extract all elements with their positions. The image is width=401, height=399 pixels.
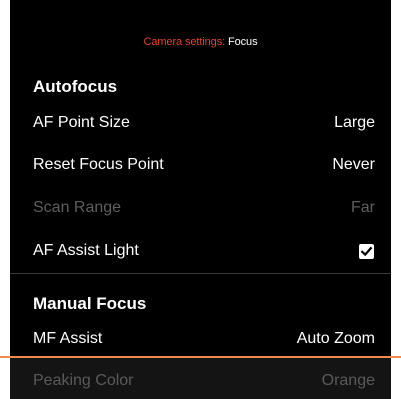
setting-label: AF Point Size xyxy=(33,114,130,131)
setting-value: Orange xyxy=(321,372,375,389)
af-assist-light-checkbox[interactable] xyxy=(359,243,374,259)
checkmark-icon xyxy=(360,246,373,256)
setting-label: Peaking Color xyxy=(33,372,134,389)
section-divider xyxy=(10,273,391,274)
edge-accent-line xyxy=(0,356,401,358)
setting-scan-range: Scan Range Far xyxy=(33,197,375,219)
setting-value: Never xyxy=(332,156,375,173)
setting-label: AF Assist Light xyxy=(33,242,139,259)
setting-af-point-size[interactable]: AF Point Size Large xyxy=(33,112,375,134)
setting-label: MF Assist xyxy=(33,330,103,347)
setting-value: Far xyxy=(351,199,375,216)
setting-af-assist-light[interactable]: AF Assist Light xyxy=(33,240,375,262)
setting-label: Reset Focus Point xyxy=(33,156,164,173)
setting-value: Auto Zoom xyxy=(296,330,375,347)
setting-label: Scan Range xyxy=(33,199,122,216)
page-title-current: Focus xyxy=(228,36,258,48)
setting-value: Large xyxy=(334,114,375,131)
page-title: Camera settings: Focus xyxy=(10,36,391,48)
camera-settings-screen: Camera settings: Focus Autofocus AF Poin… xyxy=(10,0,391,399)
page-title-prefix: Camera settings: xyxy=(143,36,226,48)
setting-peaking-color: Peaking Color Orange xyxy=(33,370,375,392)
setting-reset-focus-point[interactable]: Reset Focus Point Never xyxy=(33,154,375,176)
section-title-autofocus: Autofocus xyxy=(33,77,118,96)
section-title-manual-focus: Manual Focus xyxy=(33,294,147,313)
setting-mf-assist[interactable]: MF Assist Auto Zoom xyxy=(33,328,375,350)
